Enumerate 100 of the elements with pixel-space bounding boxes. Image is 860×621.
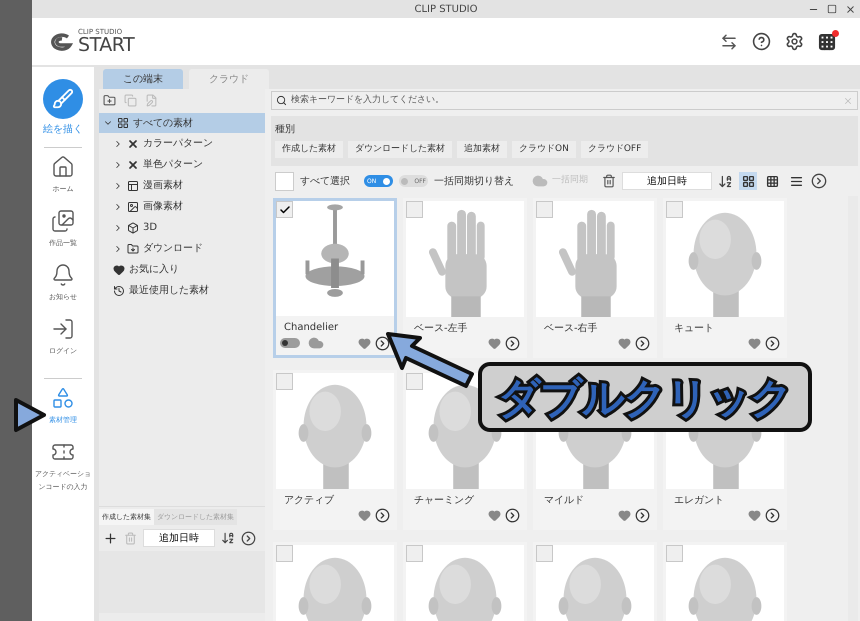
tree-item[interactable]: 単色パターン <box>99 154 265 175</box>
tree-item[interactable]: すべての素材 <box>99 113 265 133</box>
heart-icon[interactable] <box>358 336 371 350</box>
add-icon[interactable] <box>103 530 118 546</box>
filter-chip[interactable]: 作成した素材 <box>275 141 343 158</box>
sort-field[interactable]: 追加日時 <box>622 172 712 190</box>
heart-icon[interactable] <box>618 509 631 522</box>
trash-icon[interactable] <box>602 174 616 188</box>
large-grid-icon[interactable] <box>739 172 757 190</box>
checkbox[interactable] <box>276 545 293 562</box>
asset-card[interactable]: Chandelier <box>273 198 397 358</box>
tree-item[interactable]: お気に入り <box>99 259 265 280</box>
settings-icon[interactable] <box>785 32 804 51</box>
checkbox[interactable] <box>406 373 423 390</box>
menu-icon[interactable] <box>241 530 256 546</box>
tree-label: お気に入り <box>129 262 179 277</box>
asset-name: Chandelier <box>283 321 340 335</box>
copy-icon[interactable] <box>124 94 137 107</box>
details-icon[interactable] <box>505 336 520 351</box>
check-icon <box>278 204 290 216</box>
search-field[interactable]: 検索キーワードを入力してください。 <box>271 91 858 110</box>
cloud-icon[interactable] <box>308 335 324 351</box>
heart-icon[interactable] <box>488 509 501 522</box>
brush-icon <box>43 79 83 119</box>
heart-icon[interactable] <box>358 509 371 522</box>
search-input[interactable]: 検索キーワードを入力してください。 <box>291 94 839 108</box>
filter-chip[interactable]: ダウンロードした素材 <box>348 141 452 158</box>
details-icon[interactable] <box>635 508 650 523</box>
asset-card[interactable]: ベース-右手 <box>533 198 657 358</box>
asset-name: キュート <box>673 322 715 336</box>
edit-icon[interactable] <box>145 94 158 107</box>
swirl-icon <box>48 32 74 52</box>
shapes-icon <box>51 386 75 410</box>
maximize-icon[interactable] <box>827 4 837 14</box>
checkbox[interactable] <box>406 545 423 562</box>
tree-label: カラーパターン <box>143 137 213 151</box>
sort-field[interactable]: 追加日時 <box>143 529 215 547</box>
heart-icon[interactable] <box>748 509 761 522</box>
select-all-checkbox[interactable] <box>275 172 294 190</box>
checkbox[interactable] <box>536 201 553 218</box>
asset-card[interactable]: アクティブ <box>273 370 397 530</box>
tree-item[interactable]: ダウンロード <box>99 238 265 259</box>
search-icon <box>276 95 287 106</box>
cloud-icon <box>532 173 548 189</box>
new-folder-icon[interactable] <box>103 94 116 107</box>
heart-icon <box>113 264 125 276</box>
tree-item[interactable]: カラーパターン <box>99 133 265 154</box>
filter-chip[interactable]: クラウドON <box>512 141 576 158</box>
filter-chip[interactable]: 追加素材 <box>457 141 507 158</box>
heart-icon[interactable] <box>488 337 501 350</box>
asset-card[interactable]: ベース-左手 <box>403 198 527 358</box>
details-icon[interactable] <box>375 336 390 350</box>
asset-card[interactable]: キュート <box>663 198 787 358</box>
asset-name: チャーミング <box>413 494 475 508</box>
tree-label: ダウンロード <box>143 242 203 256</box>
tree-item[interactable]: 3D <box>99 217 265 238</box>
tree-label: 画像素材 <box>143 200 183 214</box>
home-icon <box>51 155 75 179</box>
tab[interactable]: この端末 <box>103 69 183 89</box>
cube-icon <box>127 222 139 234</box>
checkbox[interactable] <box>666 201 683 218</box>
switch-icon[interactable] <box>720 32 738 50</box>
checkbox[interactable] <box>666 545 683 562</box>
heart-icon[interactable] <box>618 337 631 350</box>
logo-text: START <box>78 36 134 54</box>
asset-name: ベース-左手 <box>413 322 469 336</box>
sort-order-icon[interactable] <box>718 174 733 188</box>
clear-icon[interactable] <box>843 96 853 106</box>
checkbox[interactable] <box>536 545 553 562</box>
checkbox[interactable] <box>276 373 293 390</box>
help-icon[interactable] <box>752 32 771 51</box>
checkbox[interactable] <box>406 201 423 218</box>
checkbox[interactable] <box>276 201 293 218</box>
tree-label: 単色パターン <box>143 158 203 172</box>
sync-toggle[interactable] <box>280 338 300 348</box>
tree-item[interactable]: 最近使用した素材 <box>99 280 265 301</box>
toggle-caption: 一括同期切り替え <box>434 174 514 188</box>
details-icon[interactable] <box>375 508 390 523</box>
details-icon[interactable] <box>765 508 780 523</box>
tree-label: 3D <box>143 221 158 235</box>
tree-label: すべての素材 <box>133 116 193 130</box>
filter-chip[interactable]: クラウドOFF <box>580 141 648 158</box>
asset-name: マイルド <box>543 494 585 508</box>
heart-icon[interactable] <box>748 337 761 350</box>
tree-item[interactable]: 漫画素材 <box>99 175 265 196</box>
tree-item[interactable]: 画像素材 <box>99 196 265 217</box>
nav-item[interactable]: 絵を描く <box>43 79 83 136</box>
apps-icon[interactable] <box>818 32 836 50</box>
annotation-tooltip: ダブルクリック <box>478 362 812 432</box>
details-icon[interactable] <box>765 336 780 351</box>
grid-icon <box>117 117 129 129</box>
sort-order-icon[interactable] <box>221 531 235 545</box>
asset-name: アクティブ <box>283 494 335 508</box>
bell-icon <box>51 263 75 287</box>
panel-icon <box>127 180 139 192</box>
select-all-label: すべて選択 <box>300 174 350 188</box>
close-icon[interactable] <box>845 4 856 14</box>
menu-icon[interactable] <box>811 173 827 189</box>
details-icon[interactable] <box>635 336 650 351</box>
details-icon[interactable] <box>505 508 520 523</box>
